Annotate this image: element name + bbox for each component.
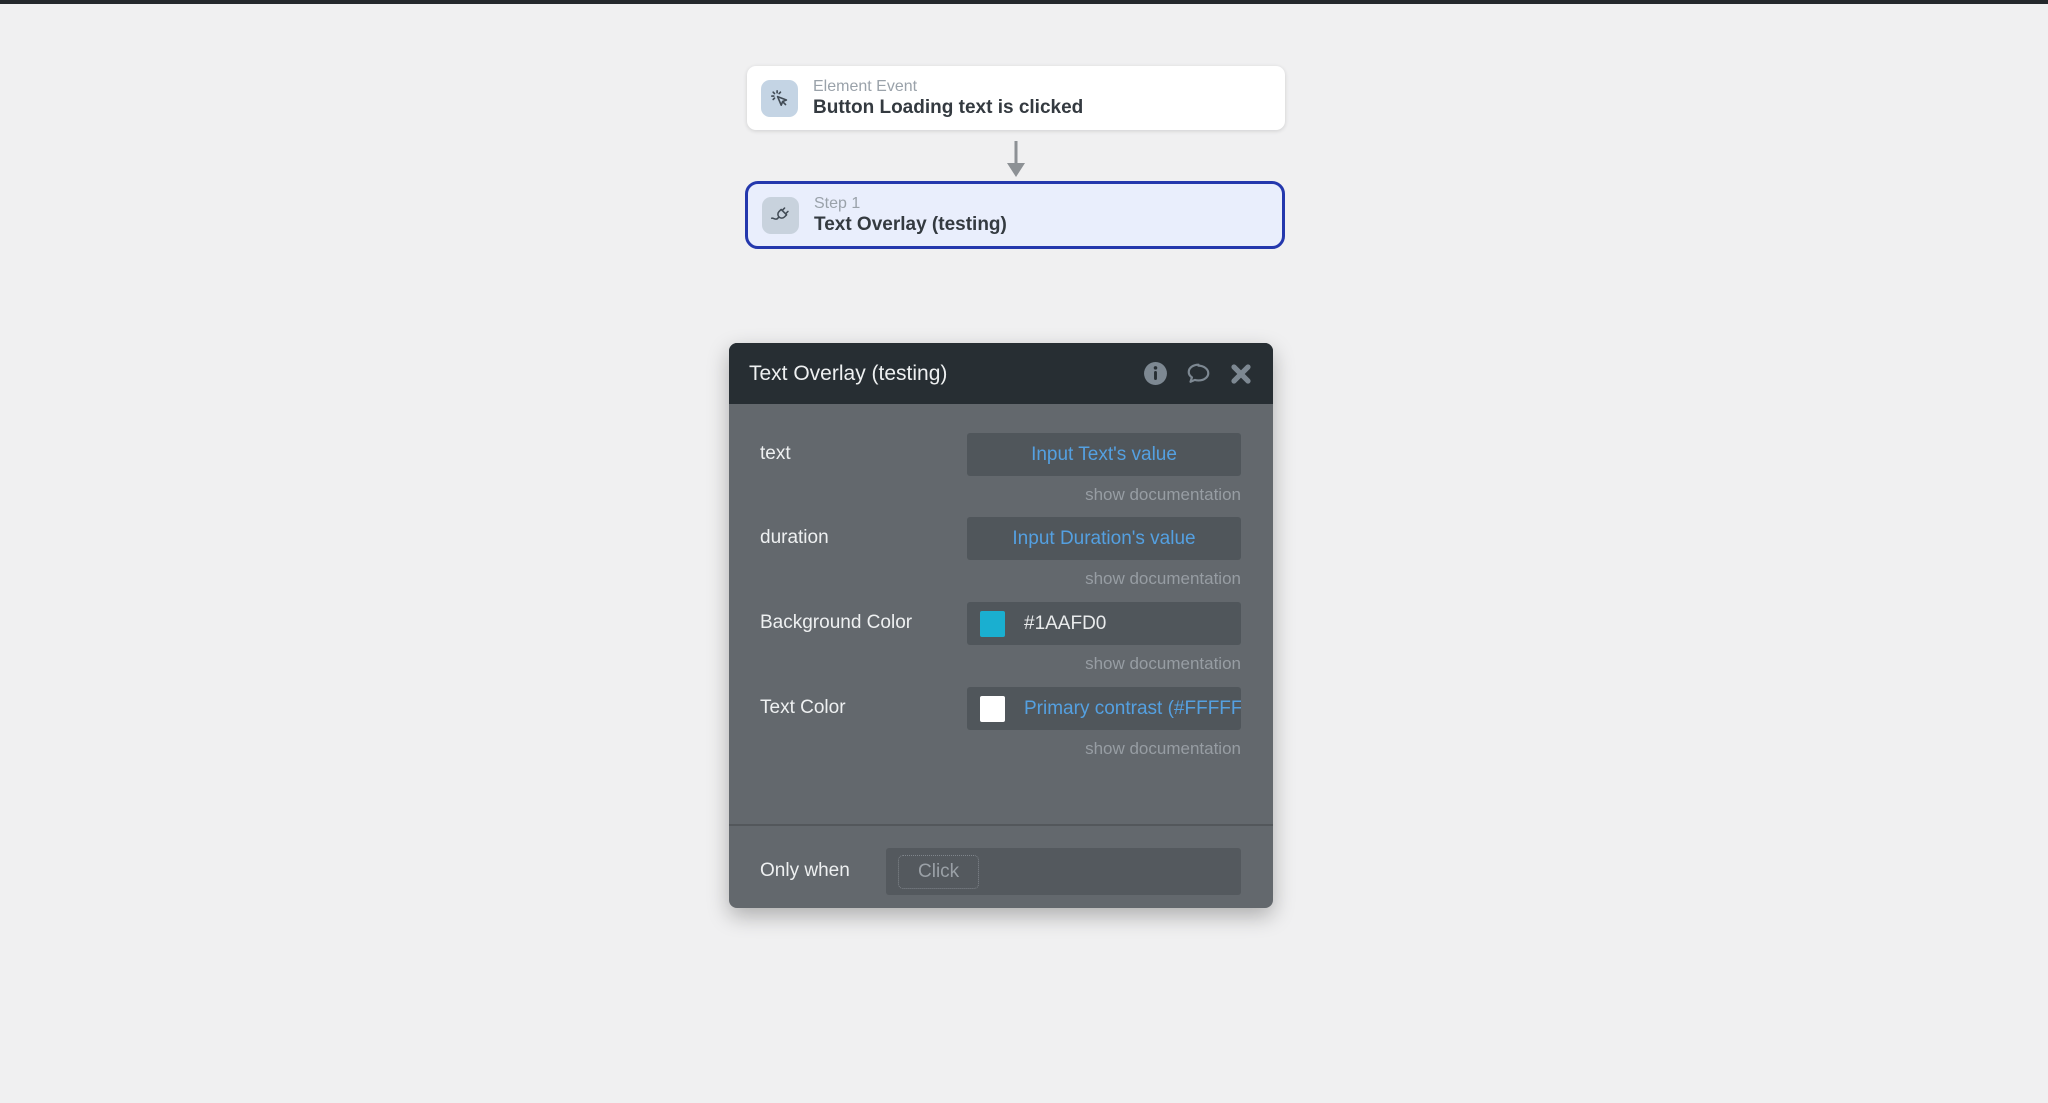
close-icon[interactable] xyxy=(1229,362,1253,386)
show-documentation-link[interactable]: show documentation xyxy=(1085,485,1241,505)
modal-body: text Input Text's value show documentati… xyxy=(729,404,1273,908)
show-documentation-link[interactable]: show documentation xyxy=(1085,654,1241,674)
field-label-text-color: Text Color xyxy=(760,697,846,719)
only-when-label: Only when xyxy=(760,860,850,882)
field-label-text: text xyxy=(760,443,791,465)
section-divider xyxy=(729,824,1273,826)
dynamic-expression[interactable]: Input Duration's value xyxy=(1012,528,1195,550)
click-placeholder-chip[interactable]: Click xyxy=(898,855,979,889)
show-documentation-link[interactable]: show documentation xyxy=(1085,739,1241,759)
top-edge-bar xyxy=(0,0,2048,4)
event-title: Button Loading text is clicked xyxy=(813,97,1083,120)
color-swatch[interactable] xyxy=(980,611,1005,637)
field-row-text: text Input Text's value show documentati… xyxy=(729,433,1273,518)
field-row-background-color: Background Color #1AAFD0 show documentat… xyxy=(729,602,1273,687)
color-expression-value: Primary contrast (#FFFFF xyxy=(1024,698,1241,720)
field-label-background-color: Background Color xyxy=(760,612,912,634)
step-kind-label: Step 1 xyxy=(814,194,1007,213)
arrow-down-icon xyxy=(1003,139,1029,184)
step-title: Text Overlay (testing) xyxy=(814,214,1007,237)
field-row-duration: duration Input Duration's value show doc… xyxy=(729,517,1273,602)
modal-header[interactable]: Text Overlay (testing) xyxy=(729,343,1273,404)
field-row-text-color: Text Color Primary contrast (#FFFFF show… xyxy=(729,687,1273,772)
action-properties-modal: Text Overlay (testing) text Input Text's… xyxy=(729,343,1273,908)
info-icon[interactable] xyxy=(1143,361,1168,386)
background-color-input[interactable]: #1AAFD0 xyxy=(967,602,1241,645)
only-when-condition-input[interactable]: Click xyxy=(886,848,1241,895)
text-color-input[interactable]: Primary contrast (#FFFFF xyxy=(967,687,1241,730)
plug-icon xyxy=(762,197,799,234)
event-kind-label: Element Event xyxy=(813,77,1083,96)
field-label-duration: duration xyxy=(760,527,829,549)
color-swatch[interactable] xyxy=(980,696,1005,722)
color-hex-value: #1AAFD0 xyxy=(1024,613,1106,635)
text-value-input[interactable]: Input Text's value xyxy=(967,433,1241,476)
dynamic-expression[interactable]: Input Text's value xyxy=(1031,444,1177,466)
workflow-step-card[interactable]: Step 1 Text Overlay (testing) xyxy=(745,181,1285,249)
cursor-click-icon xyxy=(761,80,798,117)
comment-icon[interactable] xyxy=(1185,361,1212,386)
workflow-event-card[interactable]: Element Event Button Loading text is cli… xyxy=(747,66,1285,130)
duration-value-input[interactable]: Input Duration's value xyxy=(967,517,1241,560)
modal-title: Text Overlay (testing) xyxy=(749,362,1126,386)
show-documentation-link[interactable]: show documentation xyxy=(1085,569,1241,589)
